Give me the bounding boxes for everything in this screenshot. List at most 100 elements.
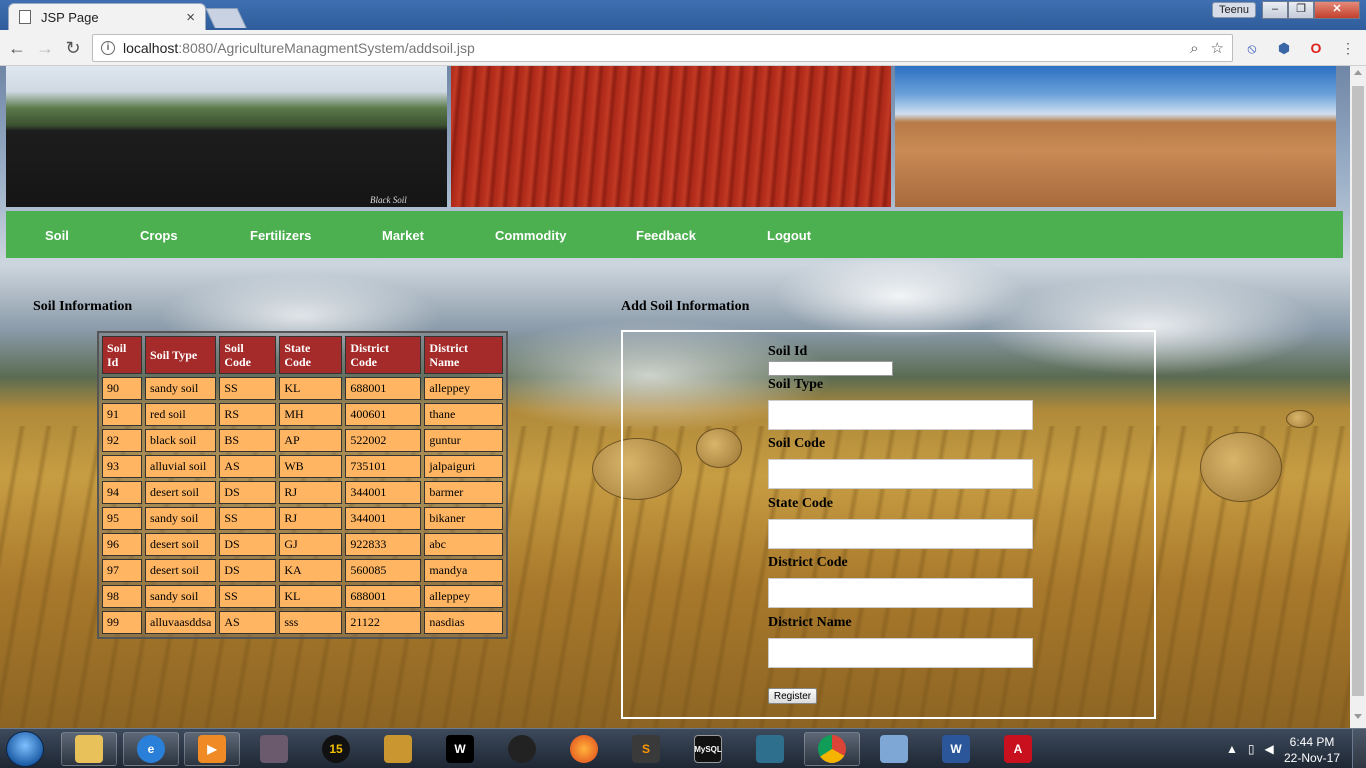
page-icon [19, 10, 31, 24]
taskbar-mysql-workbench[interactable] [742, 732, 798, 766]
taskbar-firefox[interactable] [556, 732, 612, 766]
url-host: localhost [123, 40, 179, 56]
taskbar-explorer[interactable] [61, 732, 117, 766]
cell-state-code: GJ [279, 533, 343, 556]
internet-explorer-icon: e [137, 735, 165, 763]
soil-id-label: Soil Id [768, 344, 808, 359]
cell-soil-code: BS [219, 429, 277, 452]
black-soil-image [6, 66, 447, 207]
new-tab-button[interactable] [205, 8, 247, 28]
cell-district-name: alleppey [424, 585, 504, 608]
cell-district-code: 688001 [345, 585, 422, 608]
district-code-input[interactable] [768, 578, 1033, 608]
show-desktop-button[interactable] [1352, 729, 1366, 768]
start-button[interactable] [6, 731, 44, 767]
table-row: 94 desert soil DS RJ 344001 barmer [102, 481, 504, 504]
bookmark-star-icon[interactable]: ☆ [1211, 39, 1224, 57]
cell-district-code: 344001 [345, 507, 422, 530]
cell-soil-type: alluvial soil [145, 455, 217, 478]
soil-code-input[interactable] [768, 459, 1033, 489]
opera-extension-icon[interactable]: O [1307, 39, 1325, 57]
browser-titlebar: JSP Page × Teenu – ❐ ✕ [0, 0, 1366, 30]
taskbar-sublime-text[interactable]: S [618, 732, 674, 766]
tray-expand-icon[interactable]: ▲ [1226, 742, 1238, 756]
cell-soil-id: 98 [102, 585, 142, 608]
cell-soil-id: 91 [102, 403, 142, 426]
close-window-button[interactable]: ✕ [1314, 1, 1360, 19]
cell-state-code: RJ [279, 507, 343, 530]
profile-badge[interactable]: Teenu [1212, 2, 1256, 18]
cell-state-code: KL [279, 377, 343, 400]
register-button[interactable]: Register [768, 688, 817, 704]
cell-district-code: 21122 [345, 611, 422, 634]
taskbar-wwe[interactable]: W [432, 732, 488, 766]
reload-icon[interactable]: ↻ [62, 37, 84, 59]
cell-soil-code: SS [219, 507, 277, 530]
taskbar-mysql-console[interactable]: MySQL [680, 732, 736, 766]
table-row: 95 sandy soil SS RJ 344001 bikaner [102, 507, 504, 530]
taskbar-pes-15[interactable]: 15 [308, 732, 364, 766]
scroll-up-icon[interactable] [1354, 70, 1362, 75]
nav-market[interactable]: Market [382, 228, 424, 243]
taskbar-game-1[interactable] [246, 732, 302, 766]
district-name-input[interactable] [768, 638, 1033, 668]
scrollbar-thumb[interactable] [1352, 86, 1364, 696]
cell-soil-code: AS [219, 455, 277, 478]
chrome-icon [818, 735, 846, 763]
cell-state-code: RJ [279, 481, 343, 504]
add-soil-title: Add Soil Information [621, 299, 750, 314]
url-path: :8080/AgricultureManagmentSystem/addsoil… [178, 40, 475, 56]
hay-bale-image [1200, 432, 1282, 502]
menu-icon[interactable]: ⋮ [1339, 39, 1357, 57]
tray-device-icon[interactable]: ▯ [1248, 742, 1255, 756]
acrobat-icon: A [1004, 735, 1032, 763]
taskbar-internet-explorer[interactable]: e [123, 732, 179, 766]
cell-district-name: abc [424, 533, 504, 556]
block-extension-icon[interactable]: ⦸ [1243, 39, 1261, 57]
taskbar-acrobat[interactable]: A [990, 732, 1046, 766]
district-code-label: District Code [768, 555, 848, 570]
clock[interactable]: 6:44 PM 22-Nov-17 [1282, 734, 1342, 766]
forward-icon[interactable]: → [34, 37, 56, 59]
taskbar-counter-strike[interactable] [370, 732, 426, 766]
taskbar-word[interactable]: W [928, 732, 984, 766]
cube-extension-icon[interactable]: ⬢ [1275, 39, 1293, 57]
soil-table: Soil Id Soil Type Soil Code State Code D… [97, 331, 509, 639]
site-info-icon[interactable]: i [101, 41, 115, 55]
media-player-icon: ▶ [198, 735, 226, 763]
col-district-name: District Name [424, 336, 504, 374]
table-row: 98 sandy soil SS KL 688001 alleppey [102, 585, 504, 608]
maximize-button[interactable]: ❐ [1288, 1, 1314, 19]
nav-crops[interactable]: Crops [140, 228, 178, 243]
cell-district-name: bikaner [424, 507, 504, 530]
tab-close-icon[interactable]: × [186, 9, 195, 26]
soil-type-input[interactable] [768, 400, 1033, 430]
cell-soil-id: 90 [102, 377, 142, 400]
taskbar-sleeping-dogs[interactable] [494, 732, 550, 766]
page-viewport: Black Soil Soil Crops Fertilizers Market… [0, 66, 1350, 728]
browser-tab[interactable]: JSP Page × [8, 3, 206, 30]
url-text[interactable]: localhost:8080/AgricultureManagmentSyste… [123, 40, 1178, 56]
state-code-input[interactable] [768, 519, 1033, 549]
minimize-button[interactable]: – [1262, 1, 1288, 19]
back-icon[interactable]: ← [6, 37, 28, 59]
scroll-down-icon[interactable] [1354, 714, 1362, 719]
nav-fertilizers[interactable]: Fertilizers [250, 228, 311, 243]
table-row: 91 red soil RS MH 400601 thane [102, 403, 504, 426]
address-bar[interactable]: i localhost:8080/AgricultureManagmentSys… [92, 34, 1233, 62]
volume-icon[interactable]: ◀ [1265, 742, 1274, 756]
taskbar-virtualbox[interactable] [866, 732, 922, 766]
page-scrollbar[interactable] [1350, 66, 1366, 728]
game-icon [260, 735, 288, 763]
soil-id-input[interactable] [768, 361, 893, 376]
nav-logout[interactable]: Logout [767, 228, 811, 243]
add-soil-form: Soil Id Soil Type Soil Code State Code D… [621, 330, 1156, 719]
nav-soil[interactable]: Soil [45, 228, 69, 243]
zoom-icon[interactable]: ⌕ [1190, 40, 1198, 57]
cell-soil-id: 99 [102, 611, 142, 634]
nav-feedback[interactable]: Feedback [636, 228, 696, 243]
cell-soil-type: sandy soil [145, 377, 217, 400]
taskbar-media-player[interactable]: ▶ [184, 732, 240, 766]
taskbar-chrome[interactable] [804, 732, 860, 766]
nav-commodity[interactable]: Commodity [495, 228, 567, 243]
